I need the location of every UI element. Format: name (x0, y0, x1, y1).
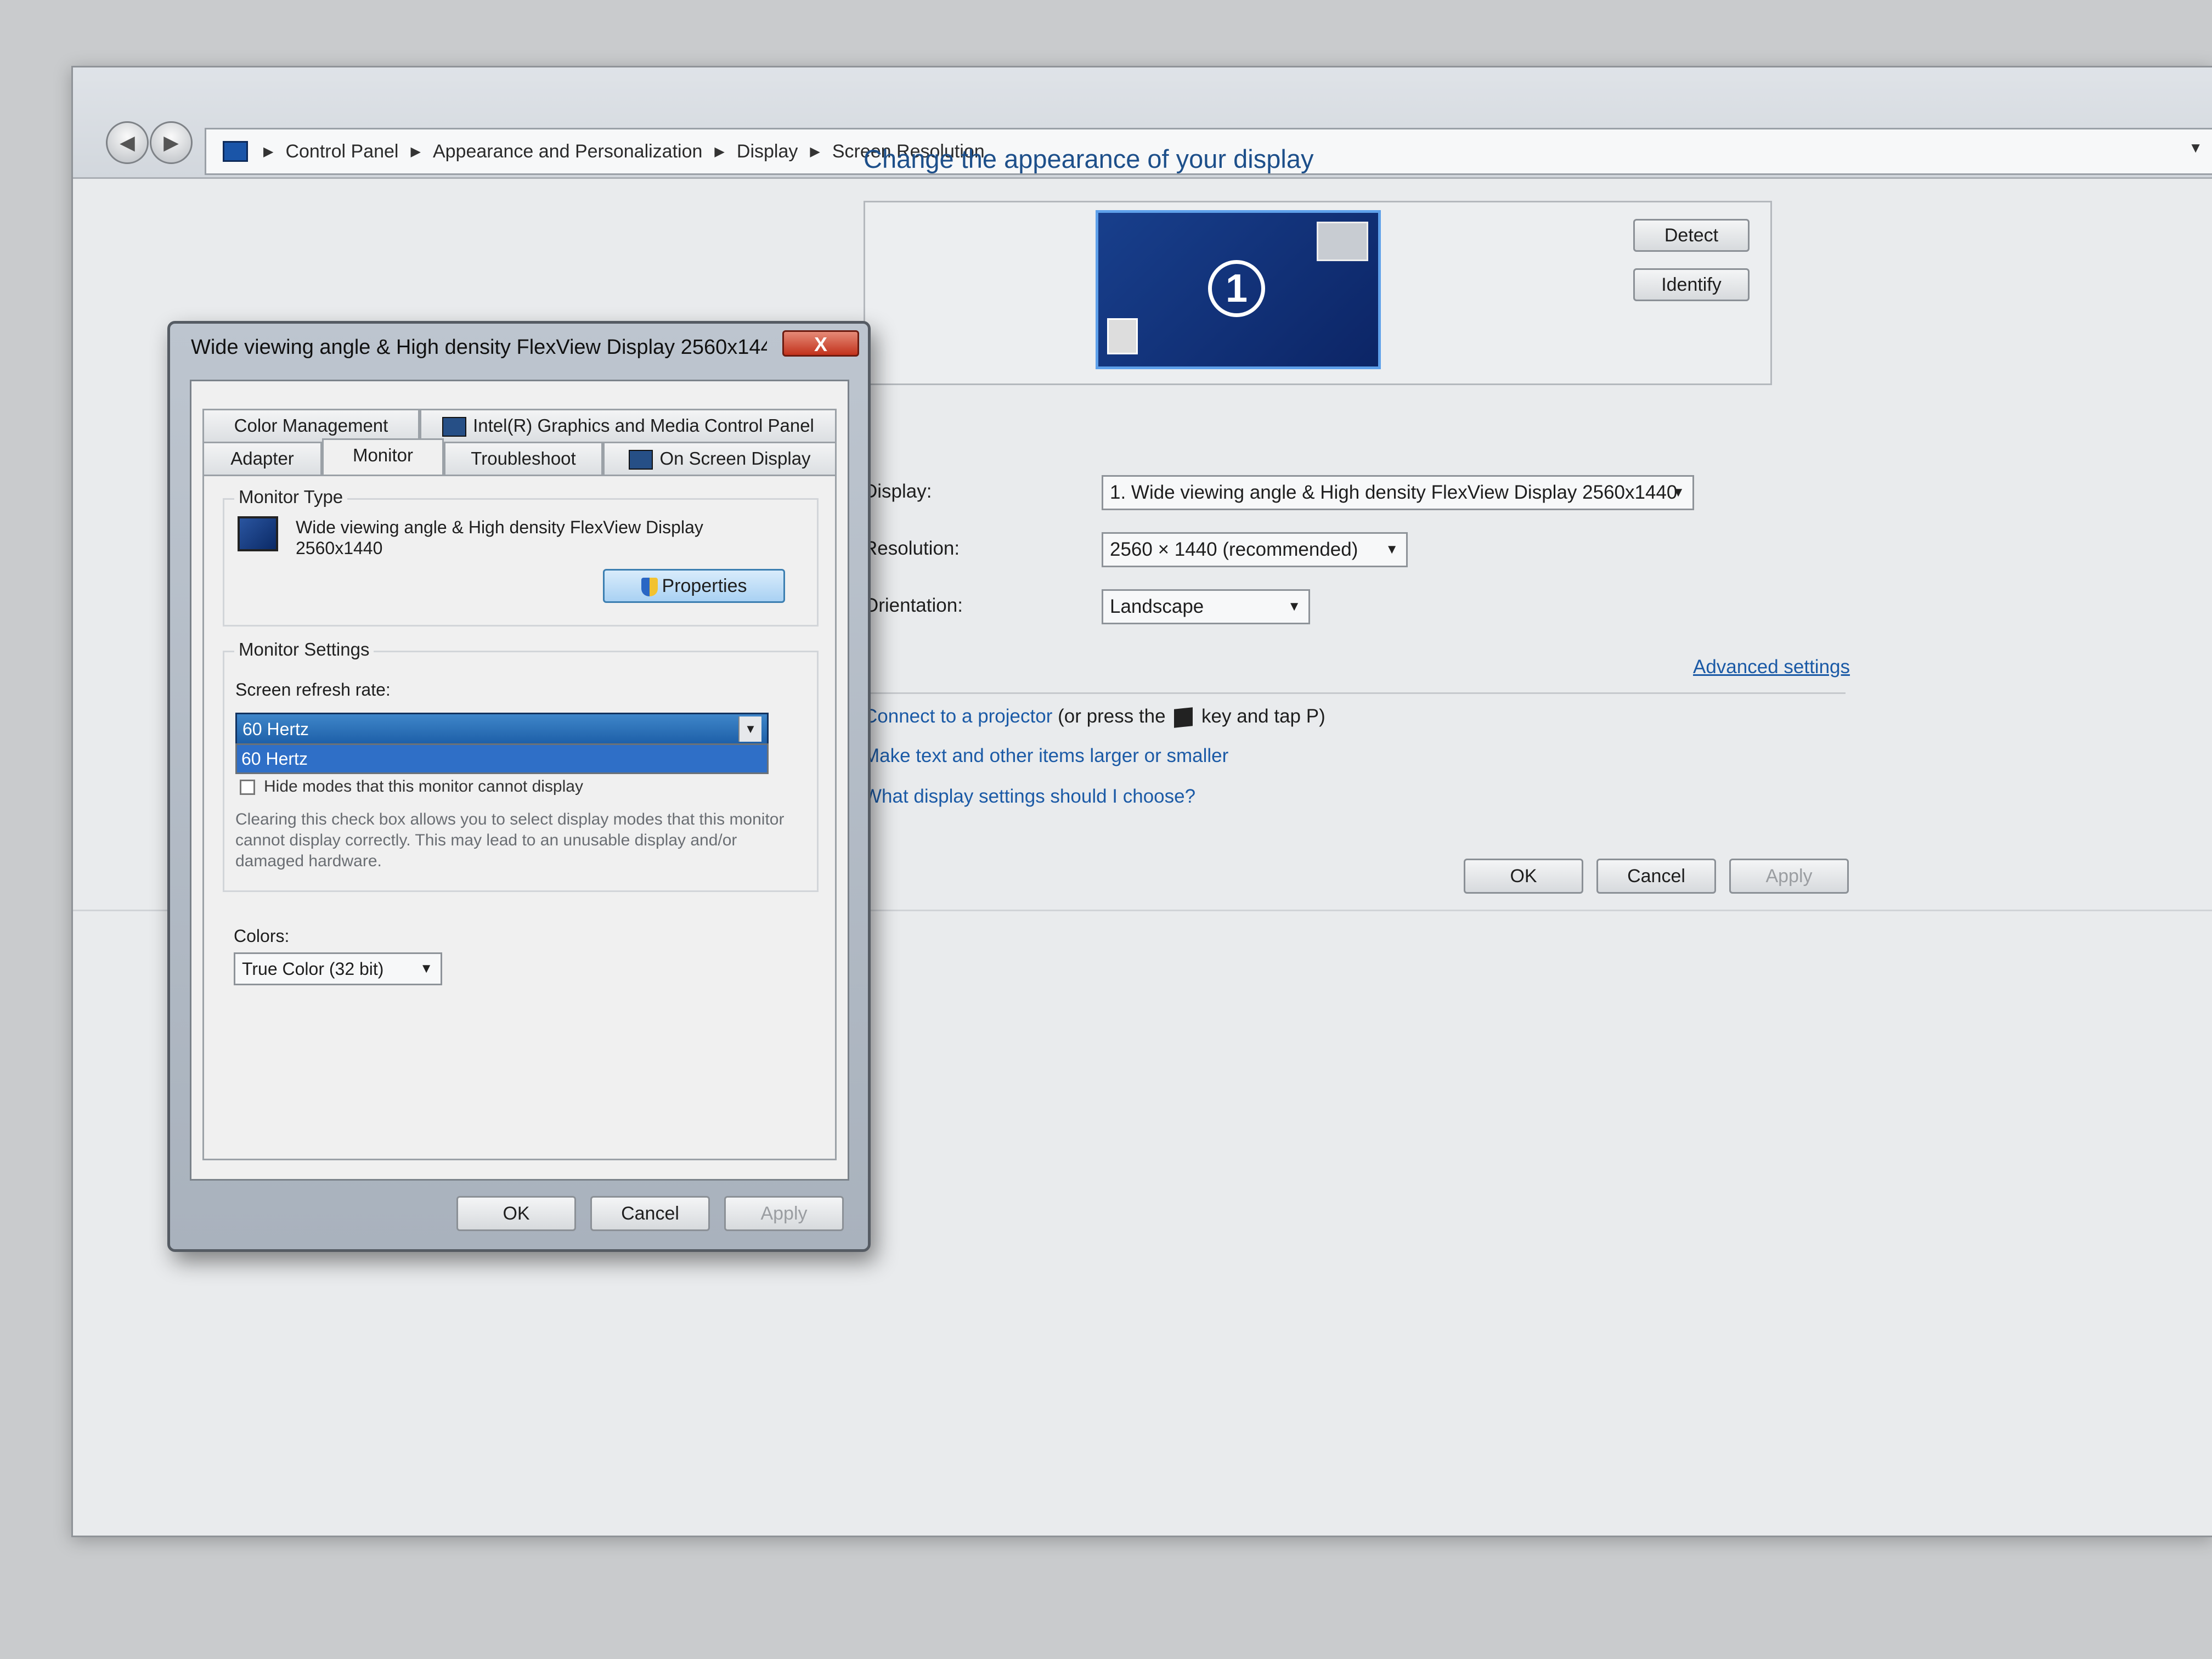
colors-select[interactable]: True Color (32 bit) ▼ (234, 952, 442, 985)
tab-intel-graphics-label: Intel(R) Graphics and Media Control Pane… (473, 415, 814, 436)
colors-label: Colors: (234, 926, 290, 946)
projector-line: Connect to a projector (or press the key… (864, 706, 1325, 728)
monitor-settings-group: Monitor Settings Screen refresh rate: 60… (223, 639, 819, 892)
dialog-body: Color Management Intel(R) Graphics and M… (190, 380, 849, 1181)
chevron-right-icon: ▶ (263, 144, 274, 159)
resolution-select[interactable]: 2560 × 1440 (recommended) ▼ (1102, 532, 1408, 567)
monitor-type-group: Monitor Type Wide viewing angle & High d… (223, 487, 819, 627)
tab-adapter[interactable]: Adapter (202, 442, 322, 475)
chevron-down-icon[interactable]: ▼ (738, 716, 761, 742)
tab-on-screen-display[interactable]: On Screen Display (603, 442, 837, 475)
intel-graphics-icon (442, 417, 467, 437)
tab-color-management[interactable]: Color Management (202, 409, 420, 442)
resolution-select-value: 2560 × 1440 (recommended) (1110, 539, 1358, 560)
chevron-down-icon: ▼ (1385, 542, 1398, 557)
display-select-value: 1. Wide viewing angle & High density Fle… (1110, 482, 1678, 503)
on-screen-display-icon (629, 450, 653, 470)
display-label: Display: (864, 481, 932, 502)
refresh-rate-dropdown: 60 Hertz ▼ 60 Hertz (229, 702, 777, 789)
chevron-right-icon: ▶ (714, 144, 725, 159)
properties-button-label: Properties (662, 575, 747, 596)
orientation-label: Orientation: (864, 595, 963, 616)
breadcrumb-control-panel[interactable]: Control Panel (285, 141, 398, 162)
settings-divider (864, 692, 1846, 694)
monitor-name-line2: 2560x1440 (296, 538, 383, 558)
display-preview: 1 Detect Identify (864, 201, 1772, 385)
tab-monitor[interactable]: Monitor (322, 438, 444, 477)
dialog-ok-button[interactable]: OK (456, 1196, 576, 1231)
monitor-icon (238, 516, 278, 551)
monitor-type-title: Monitor Type (234, 487, 348, 507)
close-icon[interactable]: X (782, 330, 859, 357)
resolution-label: Resolution: (864, 538, 960, 559)
monitor-name-line1: Wide viewing angle & High density FlexVi… (296, 517, 703, 537)
forward-arrow-icon[interactable]: ▶ (150, 121, 193, 164)
back-arrow-icon[interactable]: ◀ (106, 121, 149, 164)
tab-troubleshoot[interactable]: Troubleshoot (444, 442, 603, 475)
refresh-rate-select[interactable]: 60 Hertz ▼ (235, 713, 769, 746)
apply-button[interactable]: Apply (1729, 859, 1849, 894)
monitor-tab-panel: Monitor Type Wide viewing angle & High d… (202, 475, 837, 1160)
chevron-down-icon: ▼ (420, 961, 433, 976)
monitor-number: 1 (1208, 260, 1265, 317)
chevron-down-icon[interactable]: ▼ (2188, 139, 2203, 156)
monitor-settings-title: Monitor Settings (234, 639, 374, 660)
projector-text-before: (or press the (1058, 706, 1166, 727)
cancel-button[interactable]: Cancel (1596, 859, 1716, 894)
chevron-down-icon: ▼ (1672, 485, 1685, 500)
properties-button[interactable]: Properties (603, 569, 785, 603)
projector-text-after: key and tap P) (1201, 706, 1325, 727)
ok-button[interactable]: OK (1464, 859, 1583, 894)
refresh-rate-label: Screen refresh rate: (235, 680, 391, 699)
advanced-settings-link[interactable]: Advanced settings (1693, 656, 1850, 678)
colors-select-value: True Color (32 bit) (242, 959, 384, 979)
chevron-right-icon: ▶ (410, 144, 421, 159)
refresh-rate-options: 60 Hertz (235, 743, 769, 774)
identify-button[interactable]: Identify (1633, 268, 1750, 301)
breadcrumb-appearance[interactable]: Appearance and Personalization (433, 141, 702, 162)
page-title: Change the appearance of your display (864, 144, 1314, 173)
refresh-rate-option[interactable]: 60 Hertz (237, 745, 767, 772)
orientation-select-value: Landscape (1110, 596, 1204, 617)
projector-link[interactable]: Connect to a projector (864, 706, 1052, 727)
dialog-cancel-button[interactable]: Cancel (590, 1196, 710, 1231)
shield-icon (641, 578, 658, 597)
taskbar-icon (1107, 318, 1138, 354)
control-panel-icon (223, 141, 248, 162)
help-link[interactable]: What display settings should I choose? (864, 786, 1195, 808)
dialog-title: Wide viewing angle & High density FlexVi… (191, 336, 767, 359)
chevron-down-icon: ▼ (1288, 599, 1301, 614)
tab-on-screen-display-label: On Screen Display (659, 448, 811, 469)
text-size-link[interactable]: Make text and other items larger or smal… (864, 745, 1228, 767)
hide-modes-checkbox[interactable] (240, 780, 255, 795)
windows-logo-icon (1174, 707, 1193, 728)
tab-intel-graphics[interactable]: Intel(R) Graphics and Media Control Pane… (420, 409, 837, 442)
detect-button[interactable]: Detect (1633, 219, 1750, 252)
hide-modes-help: Clearing this check box allows you to se… (235, 810, 785, 870)
dialog-apply-button[interactable]: Apply (724, 1196, 844, 1231)
monitor-tile[interactable]: 1 (1096, 210, 1381, 369)
display-select[interactable]: 1. Wide viewing angle & High density Fle… (1102, 475, 1694, 510)
refresh-rate-value: 60 Hertz (242, 719, 309, 739)
hide-modes-label: Hide modes that this monitor cannot disp… (264, 777, 583, 795)
monitor-properties-dialog: Wide viewing angle & High density FlexVi… (167, 321, 871, 1252)
breadcrumb-display[interactable]: Display (737, 141, 798, 162)
orientation-select[interactable]: Landscape ▼ (1102, 589, 1310, 624)
chevron-right-icon: ▶ (810, 144, 820, 159)
window-icon (1317, 222, 1368, 261)
